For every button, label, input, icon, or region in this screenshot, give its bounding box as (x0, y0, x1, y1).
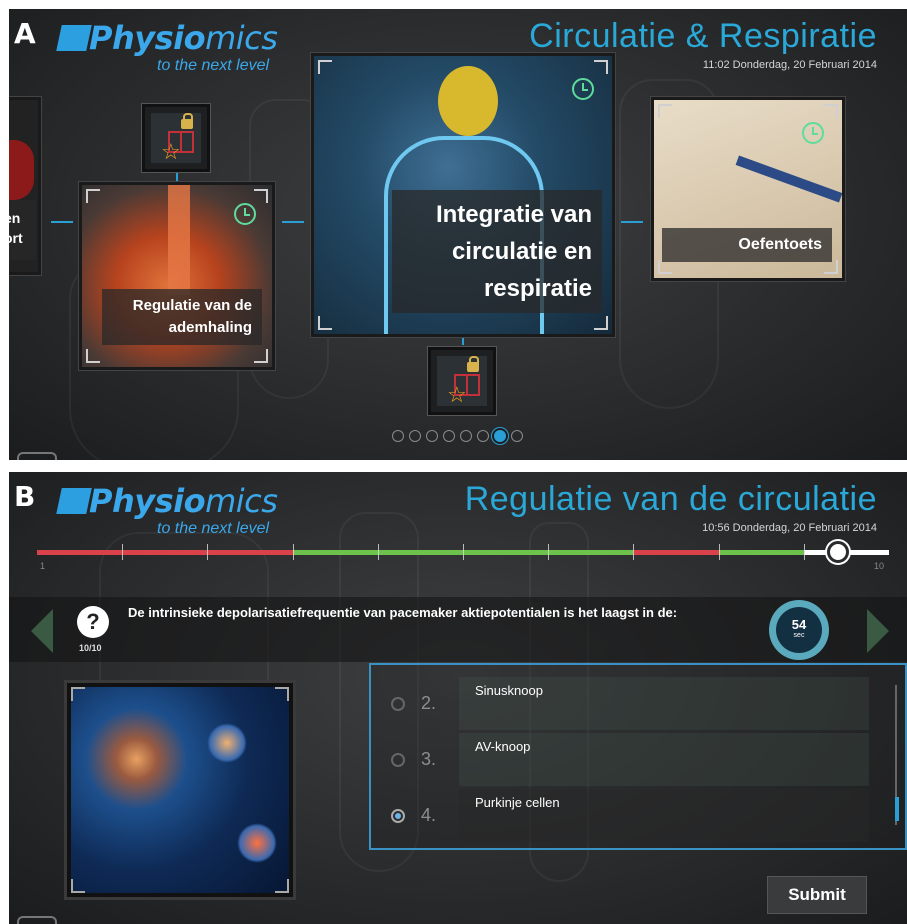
progress-segment-wrong (122, 550, 208, 555)
progress-start-label: 1 (40, 561, 46, 571)
question-counter: 10/10 (79, 643, 102, 653)
answer-list: 2. Sinusknoop 3. AV-knoop 4. Purkinje ce… (369, 663, 907, 850)
scrollbar-thumb[interactable] (895, 797, 899, 821)
question-icon: ? (77, 606, 109, 638)
connector (462, 337, 464, 345)
progress-segment-correct (718, 550, 804, 555)
heart-image (9, 140, 34, 200)
datetime: 10:56 Donderdag, 20 Februari 2014 (702, 522, 877, 534)
panel-letter: B (14, 480, 36, 513)
panel-b: B Physiomics to the next level Regulatie… (9, 472, 907, 924)
question-image (64, 680, 296, 900)
card-label: Regulatie van de ademhaling (102, 289, 262, 345)
locked-bonus-tile[interactable]: ☆ (428, 347, 496, 415)
star-icon: ☆ (161, 139, 181, 164)
card-label: Oefentoets (662, 228, 832, 262)
progress-tick (377, 544, 379, 560)
progress-segment-wrong (207, 550, 293, 555)
page-dot[interactable] (443, 430, 455, 442)
radio-button[interactable] (391, 697, 405, 711)
question-progress-bar[interactable] (37, 541, 889, 563)
answer-text: Purkinje cellen (475, 795, 560, 810)
progress-tick (122, 544, 124, 560)
card-label: Integratie van circulatie en respiratie (392, 190, 602, 313)
progress-tick (718, 544, 720, 560)
clock-icon (802, 122, 824, 144)
star-icon: ☆ (447, 382, 467, 407)
app-logo[interactable]: Physiomics to the next level (56, 19, 279, 79)
page-dot-active[interactable] (494, 430, 506, 442)
progress-segment-correct (548, 550, 634, 555)
page-dot[interactable] (392, 430, 404, 442)
radio-button[interactable] (391, 753, 405, 767)
page-dot[interactable] (426, 430, 438, 442)
submit-button[interactable]: Submit (767, 876, 867, 914)
connector (282, 221, 304, 223)
answer-number: 2. (421, 693, 437, 713)
timer-value: 54 (791, 617, 807, 632)
logo-square-icon (56, 25, 92, 51)
screen-title: Circulatie & Respiratie (529, 17, 877, 55)
topic-card-integratie[interactable]: Integratie van circulatie en respiratie (311, 53, 615, 337)
question-text: De intrinsieke depolarisatiefrequentie v… (128, 605, 678, 620)
progress-segment-wrong (633, 550, 719, 555)
answer-option[interactable]: 2. Sinusknoop (371, 675, 869, 730)
app-logo[interactable]: Physiomics to the next level (56, 482, 279, 542)
pagination-dots[interactable] (392, 430, 523, 442)
card-label: en ort (9, 200, 36, 260)
progress-segment-correct (292, 550, 378, 555)
locked-bonus-tile[interactable]: ☆ (142, 104, 210, 172)
progress-tick (207, 544, 209, 560)
progress-segment-correct (377, 550, 463, 555)
progress-tick (463, 544, 464, 560)
answer-text: AV-knoop (475, 739, 531, 754)
logo-tagline: to the next level (157, 520, 270, 537)
progress-end-label: 10 (874, 561, 885, 571)
menu-tab[interactable] (17, 916, 57, 924)
next-arrow-icon[interactable] (867, 609, 889, 653)
brain-shape (438, 66, 498, 136)
progress-tick (803, 544, 805, 560)
clock-icon (234, 203, 256, 225)
logo-square-icon (56, 488, 92, 514)
progress-knob[interactable] (826, 541, 849, 563)
radio-button-selected[interactable] (391, 809, 405, 823)
answer-text: Sinusknoop (475, 683, 543, 698)
page-dot[interactable] (409, 430, 421, 442)
countdown-timer: 54 sec (769, 600, 829, 660)
progress-tick (548, 544, 550, 560)
topic-card-partial[interactable]: en ort (9, 97, 41, 275)
page-dot[interactable] (460, 430, 472, 442)
answer-option-selected[interactable]: 4. Purkinje cellen (371, 787, 869, 842)
clock-icon (572, 78, 594, 100)
page-dot[interactable] (477, 430, 489, 442)
lock-icon (467, 356, 479, 372)
connector (621, 221, 643, 223)
topic-card-ademhaling[interactable]: Regulatie van de ademhaling (79, 182, 275, 370)
logo-text: Physiomics (89, 482, 278, 520)
lock-icon (181, 113, 193, 129)
panel-a: A Physiomics to the next level Circulati… (9, 9, 907, 460)
answer-number: 3. (421, 749, 437, 769)
progress-segment-wrong (37, 550, 123, 555)
connector (51, 221, 73, 223)
previous-arrow-icon[interactable] (31, 609, 53, 653)
screen-title: Regulatie van de circulatie (464, 480, 877, 518)
menu-tab[interactable] (17, 452, 57, 460)
progress-tick (292, 544, 294, 560)
logo-tagline: to the next level (157, 57, 270, 74)
progress-segment-correct (463, 550, 549, 555)
timer-unit: sec (793, 632, 805, 639)
datetime: 11:02 Donderdag, 20 Februari 2014 (702, 59, 877, 71)
answer-number: 4. (421, 805, 437, 825)
panel-letter: A (14, 17, 36, 50)
answer-option[interactable]: 3. AV-knoop (371, 731, 869, 786)
topic-card-oefentoets[interactable]: Oefentoets (651, 97, 845, 281)
connector (176, 173, 178, 181)
page-dot[interactable] (511, 430, 523, 442)
progress-tick (633, 544, 635, 560)
logo-text: Physiomics (89, 19, 278, 57)
